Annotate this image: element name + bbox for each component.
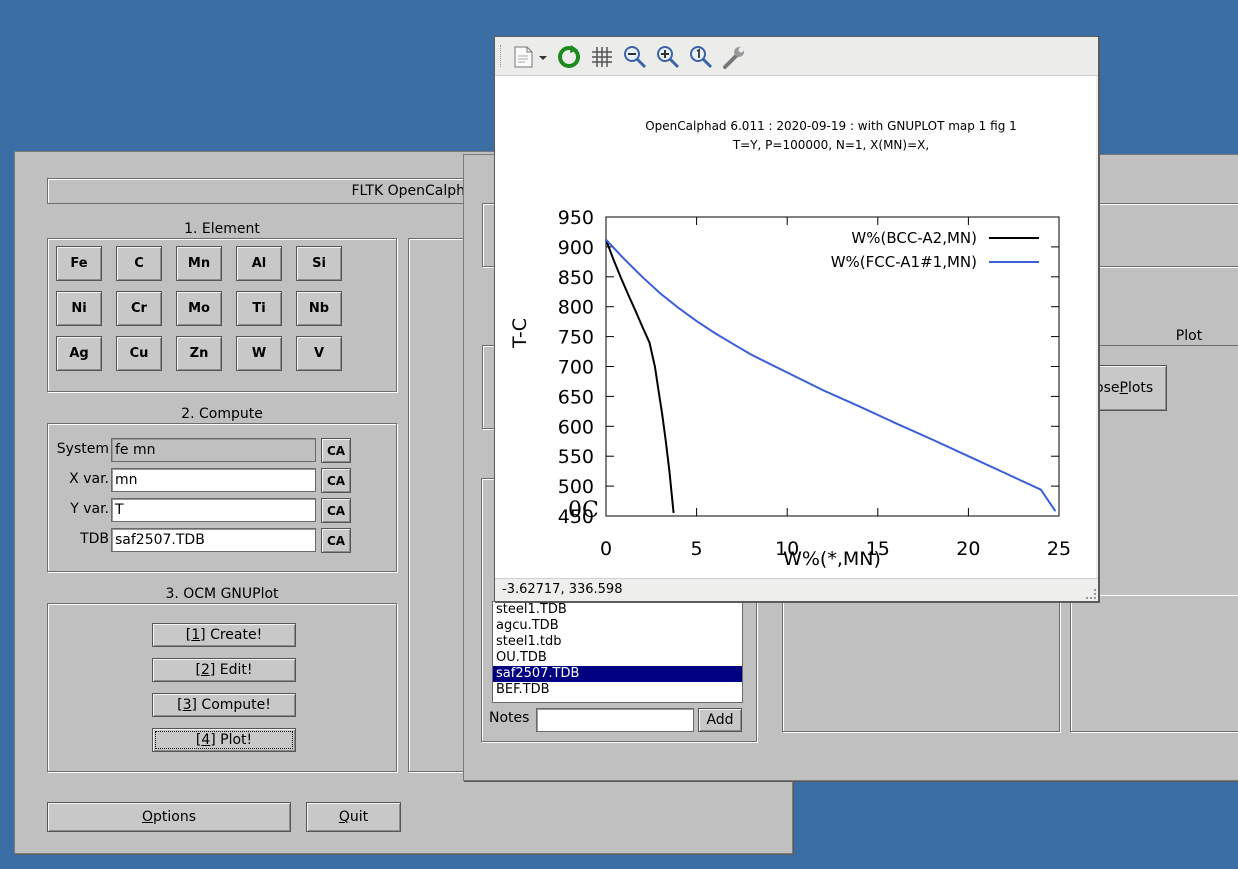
y-var-ca-button[interactable]: CA — [321, 498, 351, 523]
x-var-input[interactable]: mn — [111, 468, 316, 492]
x-tick-label: 0 — [600, 538, 612, 560]
series-line-1 — [605, 239, 1057, 512]
zoom-prev-icon[interactable] — [622, 44, 648, 70]
tdb-ca-button[interactable]: CA — [321, 528, 351, 553]
second-right-panel-b — [1070, 595, 1238, 732]
element-button-ni[interactable]: Ni — [56, 291, 102, 326]
grid-icon[interactable] — [589, 44, 615, 70]
notes-label: Notes — [489, 710, 530, 726]
legend-label-1: W%(FCC-A1#1,MN) — [831, 253, 977, 271]
dropdown-arrow-icon[interactable] — [537, 44, 549, 70]
y-tick-label: 850 — [558, 267, 594, 289]
x-var-label: X var. — [69, 471, 109, 487]
tdb-list-item[interactable]: saf2507.TDB — [493, 666, 742, 682]
element-button-cr[interactable]: Cr — [116, 291, 162, 326]
y-tick-label: 900 — [558, 237, 594, 259]
chart-title: OpenCalphad 6.011 : 2020-09-19 : with GN… — [645, 119, 1017, 133]
tdb-label: TDB — [80, 531, 109, 547]
element-button-c[interactable]: C — [116, 246, 162, 281]
x-tick-label: 5 — [691, 538, 703, 560]
x-tick-label: 10 — [775, 538, 799, 560]
plot-button[interactable]: [4] Plot! — [152, 728, 296, 752]
x-var-ca-button[interactable]: CA — [321, 468, 351, 493]
options-button[interactable]: Options — [47, 802, 291, 832]
tdb-input[interactable]: saf2507.TDB — [111, 528, 316, 552]
plot-canvas[interactable]: OpenCalphad 6.011 : 2020-09-19 : with GN… — [495, 76, 1096, 578]
element-button-si[interactable]: Si — [296, 246, 342, 281]
tdb-list[interactable]: steel1.TDB agcu.TDB steel1.tdb OU.TDB saf250… — [492, 601, 743, 703]
x-tick-label: 15 — [866, 538, 890, 560]
resize-grip-icon[interactable] — [1086, 589, 1096, 599]
plot-section-title: Plot — [1175, 328, 1203, 344]
gnuplot-statusbar: -3.62717, 336.598 — [495, 578, 1098, 601]
element-button-mn[interactable]: Mn — [176, 246, 222, 281]
plot-layer: 450 500 550 600 650 700 750 800 850 900 950 0 5 10 15 2… — [558, 207, 1071, 560]
x-tick-label: 20 — [956, 538, 980, 560]
y-tick-label: 550 — [558, 446, 594, 468]
export-icon[interactable] — [511, 44, 537, 70]
second-right-panel-a — [782, 595, 1060, 732]
tdb-list-item[interactable]: steel1.TDB — [493, 602, 742, 618]
element-button-w[interactable]: W — [236, 336, 282, 371]
tdb-list-item[interactable]: agcu.TDB — [493, 618, 742, 634]
series-line-0 — [605, 239, 675, 514]
tdb-list-item[interactable]: BEF.TDB — [493, 682, 742, 698]
element-button-zn[interactable]: Zn — [176, 336, 222, 371]
edit-button[interactable]: [2] Edit! — [152, 658, 296, 682]
chart-subtitle: T=Y, P=100000, N=1, X(MN)=X, — [732, 138, 929, 152]
system-label: System — [56, 441, 109, 457]
status-coordinates: -3.62717, 336.598 — [502, 582, 623, 597]
add-button[interactable]: Add — [698, 708, 742, 732]
element-button-fe[interactable]: Fe — [56, 246, 102, 281]
element-section-title: 1. Element — [184, 221, 260, 237]
element-button-cu[interactable]: Cu — [116, 336, 162, 371]
toolbar-grip — [500, 45, 503, 67]
y-var-label: Y var. — [70, 501, 109, 517]
element-button-ag[interactable]: Ag — [56, 336, 102, 371]
element-button-nb[interactable]: Nb — [296, 291, 342, 326]
y-var-input[interactable]: T — [111, 498, 316, 522]
gnuplot-window: OpenCalphad 6.011 : 2020-09-19 : with GN… — [494, 36, 1099, 602]
zoom-next-icon[interactable] — [655, 44, 681, 70]
y-tick-label: 800 — [558, 297, 594, 319]
y-tick-label: 500 — [558, 476, 594, 498]
gnuplot-section-title: 3. OCM GNUPlot — [165, 586, 279, 602]
settings-icon[interactable] — [721, 44, 747, 70]
element-button-al[interactable]: Al — [236, 246, 282, 281]
tdb-list-item[interactable]: steel1.tdb — [493, 634, 742, 650]
y-axis-label: T-C — [509, 318, 531, 349]
tdb-list-item[interactable]: OU.TDB — [493, 650, 742, 666]
compute-button[interactable]: [3] Compute! — [152, 693, 296, 717]
y-tick-label: 600 — [558, 416, 594, 438]
tdb-list-items: steel1.TDB agcu.TDB steel1.tdb OU.TDB saf250… — [493, 602, 742, 698]
system-input[interactable]: fe mn — [111, 438, 316, 462]
gnuplot-toolbar — [495, 37, 1098, 76]
element-button-mo[interactable]: Mo — [176, 291, 222, 326]
compute-section-title: 2. Compute — [181, 406, 263, 422]
element-button-ti[interactable]: Ti — [236, 291, 282, 326]
y-tick-label: 650 — [558, 386, 594, 408]
unzoom-icon[interactable] — [688, 44, 714, 70]
notes-input[interactable] — [536, 708, 694, 732]
legend-label-0: W%(BCC-A2,MN) — [851, 229, 977, 247]
element-button-v[interactable]: V — [296, 336, 342, 371]
system-ca-button[interactable]: CA — [321, 438, 351, 463]
quit-button[interactable]: Quit — [306, 802, 401, 832]
create-button[interactable]: [1] Create! — [152, 623, 296, 647]
y-tick-label: 750 — [558, 327, 594, 349]
replot-icon[interactable] — [556, 44, 582, 70]
y-tick-label: 950 — [558, 207, 594, 229]
x-tick-label: 25 — [1047, 538, 1071, 560]
y-tick-label: 450 — [558, 506, 594, 528]
y-tick-label: 700 — [558, 357, 594, 379]
